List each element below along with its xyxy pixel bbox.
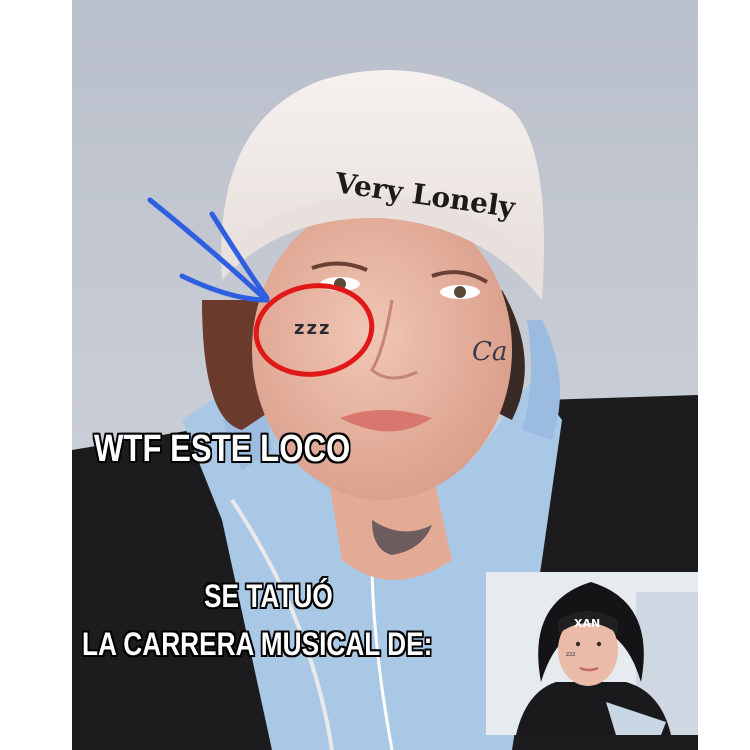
- inset-cheek-tattoo: zzz: [566, 651, 575, 658]
- inset-eye-right: [596, 641, 602, 647]
- inset-eye-left: [575, 641, 581, 647]
- inset-photo: XAN zzz: [486, 572, 698, 735]
- cheek-right-tattoo: Ca: [472, 337, 507, 367]
- cheek-tattoo-zzz: zzz: [294, 318, 331, 339]
- caption-line-1: WTF ESTE LOCO: [94, 428, 351, 470]
- pupil-right: [454, 286, 466, 298]
- inset-scene: XAN zzz: [486, 572, 698, 735]
- inset-beanie-text: XAN: [574, 617, 600, 630]
